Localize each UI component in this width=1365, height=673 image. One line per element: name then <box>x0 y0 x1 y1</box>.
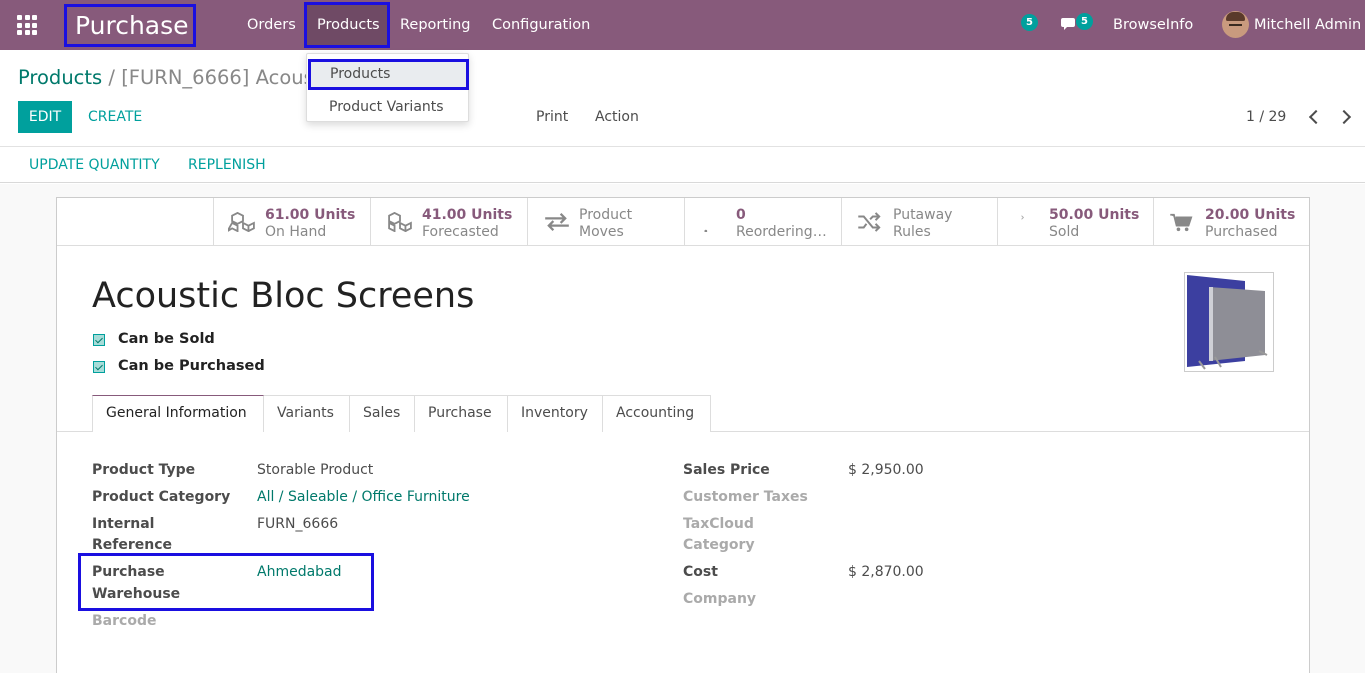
purchase-warehouse-link[interactable]: Ahmedabad <box>257 562 342 583</box>
cost-value: $ 2,870.00 <box>848 564 924 580</box>
pager-next-icon[interactable] <box>1339 109 1351 125</box>
can-be-sold-checkbox[interactable] <box>93 334 105 346</box>
purchase-warehouse-label-line2: Warehouse <box>92 586 181 602</box>
exchange-icon <box>545 213 569 231</box>
product-moves-label: Moves <box>579 224 624 240</box>
tab-purchase[interactable]: Purchase <box>414 395 508 432</box>
top-navbar: Purchase Orders Products Reporting Confi… <box>0 0 1365 50</box>
can-be-purchased-label: Can be Purchased <box>118 358 265 374</box>
action-menu[interactable]: Action <box>595 101 639 133</box>
tab-sales[interactable]: Sales <box>349 395 415 432</box>
reordering-value: 0 <box>736 207 746 223</box>
smart-button-sold[interactable]: 50.00 Units Sold <box>997 198 1154 245</box>
on-hand-label: On Hand <box>265 224 327 240</box>
form-statusbar: UPDATE QUANTITY REPLENISH <box>0 146 1365 183</box>
tab-variants[interactable]: Variants <box>263 395 350 432</box>
internal-reference-label-line1: Internal <box>92 516 155 532</box>
sales-price-value: $ 2,950.00 <box>848 462 924 478</box>
pager-previous-icon[interactable] <box>1308 109 1320 125</box>
apps-grid-icon[interactable] <box>17 15 37 35</box>
random-icon <box>858 212 881 232</box>
can-be-purchased-checkbox[interactable] <box>93 361 105 373</box>
breadcrumb-parent[interactable]: Products <box>18 66 102 89</box>
sold-label: Sold <box>1049 224 1080 240</box>
product-category-label: Product Category <box>92 489 231 505</box>
purchased-label: Purchased <box>1205 224 1278 240</box>
signal-icon <box>1021 215 1025 220</box>
reordering-label: Reordering… <box>736 224 827 240</box>
cart-icon <box>1170 213 1193 232</box>
product-category-link[interactable]: All / Saleable / Office Furniture <box>257 487 470 508</box>
menu-reporting[interactable]: Reporting <box>400 0 471 50</box>
products-dropdown: Products Product Variants <box>306 53 469 122</box>
company-label: Company <box>683 591 757 607</box>
barcode-label: Barcode <box>92 613 157 629</box>
edit-button[interactable]: EDIT <box>18 101 72 133</box>
on-hand-value: 61.00 Units <box>265 207 356 223</box>
cost-label: Cost <box>683 564 718 580</box>
smart-button-reordering[interactable]: 0 Reordering… <box>684 198 841 245</box>
user-avatar[interactable] <box>1222 11 1249 38</box>
smart-button-purchased[interactable]: 20.00 Units Purchased <box>1153 198 1309 245</box>
print-menu[interactable]: Print <box>536 101 568 133</box>
pager-value[interactable]: 1 / 29 <box>1246 101 1286 133</box>
replenish-button[interactable]: REPLENISH <box>188 153 266 177</box>
smart-button-putaway-rules[interactable]: Putaway Rules <box>841 198 998 245</box>
app-brand[interactable]: Purchase <box>64 4 196 47</box>
message-badge[interactable]: 5 <box>1076 13 1093 30</box>
smart-button-product-moves[interactable]: Product Moves <box>527 198 684 245</box>
company-switcher[interactable]: BrowseInfo <box>1113 0 1193 50</box>
internal-reference-value: FURN_6666 <box>257 516 339 532</box>
menu-products[interactable]: Products <box>317 0 380 50</box>
update-quantity-button[interactable]: UPDATE QUANTITY <box>29 153 160 177</box>
cubes-icon <box>388 212 412 232</box>
product-type-label: Product Type <box>92 462 196 478</box>
taxcloud-category-label-line1: TaxCloud <box>683 516 754 532</box>
product-moves-value: Product <box>579 207 633 223</box>
refresh-icon <box>704 229 708 232</box>
purchase-warehouse-label-line1: Purchase <box>92 564 165 580</box>
create-button[interactable]: CREATE <box>88 101 142 133</box>
customer-taxes-label: Customer Taxes <box>683 489 808 505</box>
menu-orders[interactable]: Orders <box>247 0 296 50</box>
cubes-icon <box>228 212 255 232</box>
putaway-value: Putaway <box>893 207 953 223</box>
taxcloud-category-label-line2: Category <box>683 537 755 553</box>
sold-value: 50.00 Units <box>1049 207 1140 223</box>
putaway-label: Rules <box>893 224 931 240</box>
product-image[interactable] <box>1184 272 1274 372</box>
tab-general-information[interactable]: General Information <box>92 395 264 432</box>
menu-configuration[interactable]: Configuration <box>492 0 590 50</box>
form-sheet: 61.00 Units On Hand 41.00 Units Forecast… <box>56 197 1310 673</box>
sales-price-label: Sales Price <box>683 462 770 478</box>
forecasted-value: 41.00 Units <box>422 207 513 223</box>
smart-button-on-hand[interactable]: 61.00 Units On Hand <box>213 198 370 245</box>
breadcrumb-separator: / <box>108 66 115 89</box>
tab-accounting[interactable]: Accounting <box>602 395 711 432</box>
dropdown-item-product-variants[interactable]: Product Variants <box>307 93 468 121</box>
activity-badge[interactable]: 5 <box>1021 14 1038 31</box>
dropdown-item-products[interactable]: Products <box>308 59 469 90</box>
purchased-value: 20.00 Units <box>1205 207 1296 223</box>
smart-button-forecasted[interactable]: 41.00 Units Forecasted <box>370 198 527 245</box>
tab-inventory[interactable]: Inventory <box>507 395 603 432</box>
acoustic-screen-image <box>1187 275 1268 370</box>
can-be-sold-label: Can be Sold <box>118 331 215 347</box>
smart-button-bar: 61.00 Units On Hand 41.00 Units Forecast… <box>57 198 1309 246</box>
forecasted-label: Forecasted <box>422 224 499 240</box>
product-type-value: Storable Product <box>257 462 374 478</box>
user-menu[interactable]: Mitchell Admin <box>1254 0 1361 50</box>
product-title[interactable]: Acoustic Bloc Screens <box>92 276 474 316</box>
